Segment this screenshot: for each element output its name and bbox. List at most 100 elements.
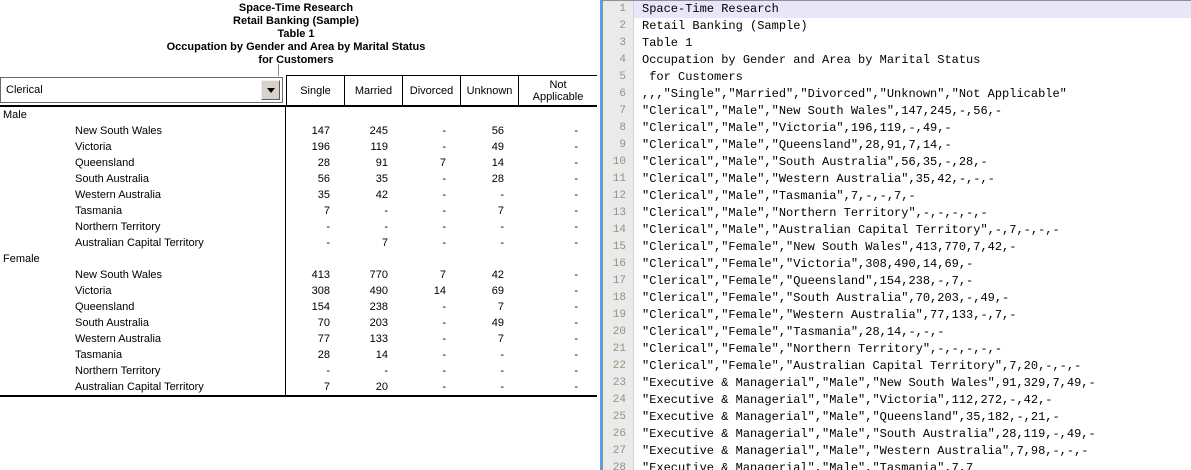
value-cell: - bbox=[460, 189, 518, 201]
line-text[interactable]: "Executive & Managerial","Male","Queensl… bbox=[634, 409, 1191, 426]
dropdown-arrow-button[interactable] bbox=[261, 80, 280, 100]
line-text[interactable]: "Clerical","Male","Tasmania",7,-,-,7,- bbox=[634, 188, 1191, 205]
table-row[interactable]: Northern Territory----- bbox=[0, 219, 597, 235]
editor-line[interactable]: 2Retail Banking (Sample) bbox=[603, 18, 1191, 35]
table-row[interactable]: Queensland154238-7- bbox=[0, 299, 597, 315]
line-text[interactable]: "Clerical","Male","Western Australia",35… bbox=[634, 171, 1191, 188]
value-cell: 147 bbox=[286, 125, 344, 137]
value-cell: - bbox=[518, 141, 597, 153]
editor-line[interactable]: 6,,,"Single","Married","Divorced","Unkno… bbox=[603, 86, 1191, 103]
editor-line[interactable]: 1Space-Time Research bbox=[603, 1, 1191, 18]
line-text[interactable]: for Customers bbox=[634, 69, 1191, 86]
table-row[interactable]: South Australia70203-49- bbox=[0, 315, 597, 331]
line-number: 11 bbox=[603, 171, 634, 188]
line-text[interactable]: "Clerical","Male","Australian Capital Te… bbox=[634, 222, 1191, 239]
editor-line[interactable]: 26"Executive & Managerial","Male","South… bbox=[603, 426, 1191, 443]
value-cell: 35 bbox=[286, 189, 344, 201]
value-cell: 28 bbox=[286, 349, 344, 361]
line-text[interactable]: "Executive & Managerial","Male","Western… bbox=[634, 443, 1191, 460]
editor-line[interactable]: 20"Clerical","Female","Tasmania",28,14,-… bbox=[603, 324, 1191, 341]
line-text[interactable]: "Clerical","Female","Northern Territory"… bbox=[634, 341, 1191, 358]
editor-line[interactable]: 11"Clerical","Male","Western Australia",… bbox=[603, 171, 1191, 188]
line-text[interactable]: "Clerical","Female","Western Australia",… bbox=[634, 307, 1191, 324]
value-cell: - bbox=[518, 125, 597, 137]
row-label: Northern Territory bbox=[0, 363, 286, 379]
table-row[interactable]: Western Australia77133-7- bbox=[0, 331, 597, 347]
line-text[interactable]: Retail Banking (Sample) bbox=[634, 18, 1191, 35]
editor-lines[interactable]: 1Space-Time Research2Retail Banking (Sam… bbox=[602, 0, 1191, 470]
column-header-married: Married bbox=[344, 75, 402, 105]
row-label: Northern Territory bbox=[0, 219, 286, 235]
line-text[interactable]: "Clerical","Female","Australian Capital … bbox=[634, 358, 1191, 375]
value-cell: 42 bbox=[344, 189, 402, 201]
line-text[interactable]: Space-Time Research bbox=[634, 1, 1191, 18]
value-cell: 91 bbox=[344, 157, 402, 169]
table-row[interactable]: Victoria3084901469- bbox=[0, 283, 597, 299]
value-cell: - bbox=[460, 381, 518, 393]
editor-line[interactable]: 4Occupation by Gender and Area by Marita… bbox=[603, 52, 1191, 69]
line-text[interactable]: "Clerical","Male","South Australia",56,3… bbox=[634, 154, 1191, 171]
line-text[interactable]: "Clerical","Female","Queensland",154,238… bbox=[634, 273, 1191, 290]
editor-line[interactable]: 17"Clerical","Female","Queensland",154,2… bbox=[603, 273, 1191, 290]
group-row[interactable]: Male bbox=[0, 107, 597, 123]
editor-line[interactable]: 16"Clerical","Female","Victoria",308,490… bbox=[603, 256, 1191, 273]
editor-line[interactable]: 8"Clerical","Male","Victoria",196,119,-,… bbox=[603, 120, 1191, 137]
editor-line[interactable]: 25"Executive & Managerial","Male","Queen… bbox=[603, 409, 1191, 426]
value-cell: 56 bbox=[460, 125, 518, 137]
value-cell: 490 bbox=[344, 285, 402, 297]
editor-line[interactable]: 9"Clerical","Male","Queensland",28,91,7,… bbox=[603, 137, 1191, 154]
editor-line[interactable]: 18"Clerical","Female","South Australia",… bbox=[603, 290, 1191, 307]
editor-line[interactable]: 14"Clerical","Male","Australian Capital … bbox=[603, 222, 1191, 239]
table-row[interactable]: Victoria196119-49- bbox=[0, 139, 597, 155]
line-text[interactable]: ,,,"Single","Married","Divorced","Unknow… bbox=[634, 86, 1191, 103]
line-number: 1 bbox=[603, 1, 634, 18]
editor-line[interactable]: 10"Clerical","Male","South Australia",56… bbox=[603, 154, 1191, 171]
line-text[interactable]: "Clerical","Female","South Australia",70… bbox=[634, 290, 1191, 307]
line-number: 4 bbox=[603, 52, 634, 69]
editor-line[interactable]: 7"Clerical","Male","New South Wales",147… bbox=[603, 103, 1191, 120]
line-text[interactable]: "Clerical","Male","Victoria",196,119,-,4… bbox=[634, 120, 1191, 137]
line-number: 22 bbox=[603, 358, 634, 375]
table-row[interactable]: Australian Capital Territory-7--- bbox=[0, 235, 597, 251]
editor-line[interactable]: 15"Clerical","Female","New South Wales",… bbox=[603, 239, 1191, 256]
editor-line[interactable]: 28"Executive & Managerial","Male","Tasma… bbox=[603, 460, 1191, 470]
table-row[interactable]: South Australia5635-28- bbox=[0, 171, 597, 187]
editor-line[interactable]: 22"Clerical","Female","Australian Capita… bbox=[603, 358, 1191, 375]
row-label: Western Australia bbox=[0, 187, 286, 203]
table-row[interactable]: Northern Territory----- bbox=[0, 363, 597, 379]
editor-line[interactable]: 12"Clerical","Male","Tasmania",7,-,-,7,- bbox=[603, 188, 1191, 205]
line-text[interactable]: "Executive & Managerial","Male","Victori… bbox=[634, 392, 1191, 409]
line-text[interactable]: Table 1 bbox=[634, 35, 1191, 52]
group-row[interactable]: Female bbox=[0, 251, 597, 267]
table-row[interactable]: Tasmania7--7- bbox=[0, 203, 597, 219]
line-text[interactable]: "Clerical","Male","Northern Territory",-… bbox=[634, 205, 1191, 222]
value-cell: 413 bbox=[286, 269, 344, 281]
line-text[interactable]: "Executive & Managerial","Male","Tasmani… bbox=[634, 460, 1191, 470]
line-text[interactable]: Occupation by Gender and Area by Marital… bbox=[634, 52, 1191, 69]
line-text[interactable]: "Clerical","Male","New South Wales",147,… bbox=[634, 103, 1191, 120]
editor-line[interactable]: 27"Executive & Managerial","Male","Weste… bbox=[603, 443, 1191, 460]
table-row[interactable]: Western Australia3542--- bbox=[0, 187, 597, 203]
table-row[interactable]: Queensland2891714- bbox=[0, 155, 597, 171]
line-text[interactable]: "Clerical","Female","Victoria",308,490,1… bbox=[634, 256, 1191, 273]
editor-line[interactable]: 21"Clerical","Female","Northern Territor… bbox=[603, 341, 1191, 358]
editor-line[interactable]: 23"Executive & Managerial","Male","New S… bbox=[603, 375, 1191, 392]
table-row[interactable]: New South Wales147245-56- bbox=[0, 123, 597, 139]
occupation-dropdown[interactable]: Clerical bbox=[0, 77, 283, 103]
editor-line[interactable]: 19"Clerical","Female","Western Australia… bbox=[603, 307, 1191, 324]
line-text[interactable]: "Clerical","Female","New South Wales",41… bbox=[634, 239, 1191, 256]
editor-line[interactable]: 13"Clerical","Male","Northern Territory"… bbox=[603, 205, 1191, 222]
line-text[interactable]: "Executive & Managerial","Male","South A… bbox=[634, 426, 1191, 443]
row-label: Queensland bbox=[0, 299, 286, 315]
table-row[interactable]: Australian Capital Territory720--- bbox=[0, 379, 597, 395]
value-cell: - bbox=[286, 365, 344, 377]
line-text[interactable]: "Clerical","Female","Tasmania",28,14,-,-… bbox=[634, 324, 1191, 341]
table-row[interactable]: New South Wales413770742- bbox=[0, 267, 597, 283]
line-text[interactable]: "Clerical","Male","Queensland",28,91,7,1… bbox=[634, 137, 1191, 154]
value-cell: 49 bbox=[460, 317, 518, 329]
editor-line[interactable]: 5 for Customers bbox=[603, 69, 1191, 86]
line-text[interactable]: "Executive & Managerial","Male","New Sou… bbox=[634, 375, 1191, 392]
editor-line[interactable]: 3Table 1 bbox=[603, 35, 1191, 52]
table-row[interactable]: Tasmania2814--- bbox=[0, 347, 597, 363]
editor-line[interactable]: 24"Executive & Managerial","Male","Victo… bbox=[603, 392, 1191, 409]
